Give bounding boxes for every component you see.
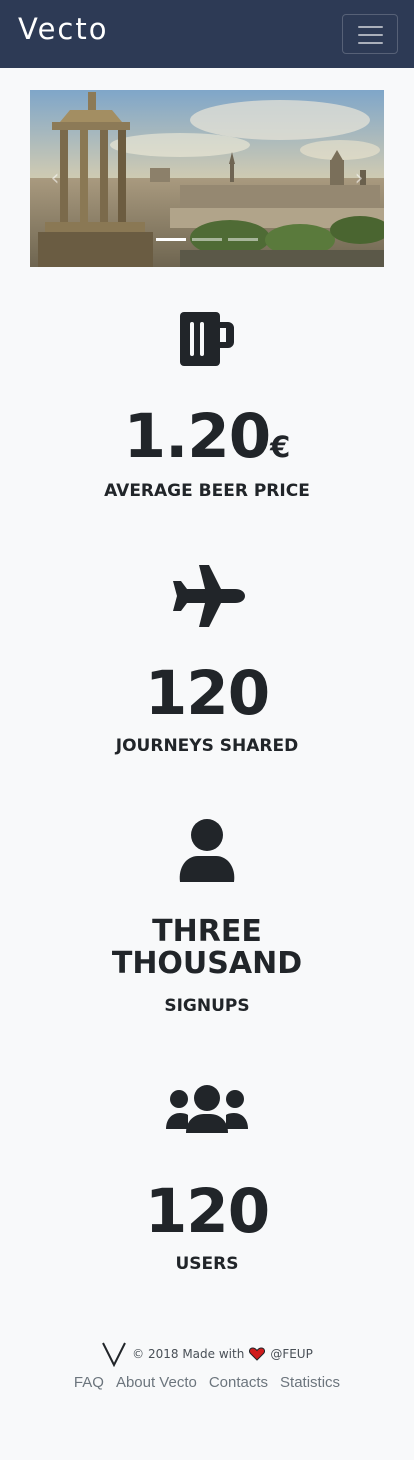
footer-link-faq[interactable]: FAQ: [74, 1374, 104, 1391]
user-icon: [179, 819, 235, 882]
stat-signups: THREE THOUSAND SIGNUPS: [0, 818, 414, 1016]
stat-value: 1.20€: [123, 401, 291, 472]
stat-value: 120: [144, 1176, 270, 1247]
footer-credits: © 2018 Made with @FEUP: [0, 1340, 414, 1368]
chevron-left-icon: ‹: [50, 166, 60, 191]
carousel-indicator-1[interactable]: [156, 238, 186, 241]
carousel-indicators: [30, 238, 384, 241]
org-text: @FEUP: [270, 1347, 313, 1361]
stat-label: USERS: [175, 1254, 239, 1274]
image-carousel: ‹ ›: [30, 90, 384, 267]
users-icon: [166, 1085, 248, 1133]
stat-label: SIGNUPS: [164, 996, 250, 1016]
airplane-icon: [173, 565, 245, 627]
footer: © 2018 Made with @FEUP FAQ About Vecto C…: [0, 1340, 414, 1391]
menu-toggle-button[interactable]: [342, 14, 398, 54]
chevron-right-icon: ›: [354, 166, 364, 191]
footer-link-statistics[interactable]: Statistics: [280, 1374, 340, 1391]
brand-logo[interactable]: Vecto: [18, 12, 109, 46]
stat-label: JOURNEYS SHARED: [115, 736, 299, 756]
hamburger-icon-bar: [358, 42, 383, 44]
carousel-indicator-2[interactable]: [192, 238, 222, 241]
stat-value: 120: [144, 658, 270, 729]
stat-beer-price: 1.20€ AVERAGE BEER PRICE: [0, 310, 414, 501]
footer-nav: FAQ About Vecto Contacts Statistics: [0, 1374, 414, 1391]
heart-icon: [249, 1347, 266, 1361]
stat-label: AVERAGE BEER PRICE: [104, 481, 310, 501]
beer-mug-icon: [180, 312, 234, 366]
stat-value: THREE THOUSAND: [111, 914, 303, 981]
carousel-indicator-3[interactable]: [228, 238, 258, 241]
hamburger-icon-bar: [358, 26, 383, 28]
vecto-logo-icon: [102, 1342, 127, 1367]
currency-unit: €: [270, 430, 291, 464]
hamburger-icon-bar: [358, 34, 383, 36]
stat-users: 120 USERS: [0, 1085, 414, 1274]
footer-link-contacts[interactable]: Contacts: [209, 1374, 268, 1391]
footer-link-about[interactable]: About Vecto: [116, 1374, 197, 1391]
copyright-text: © 2018 Made with: [132, 1347, 245, 1361]
stat-journeys: 120 JOURNEYS SHARED: [0, 563, 414, 756]
navbar: Vecto: [0, 0, 414, 68]
